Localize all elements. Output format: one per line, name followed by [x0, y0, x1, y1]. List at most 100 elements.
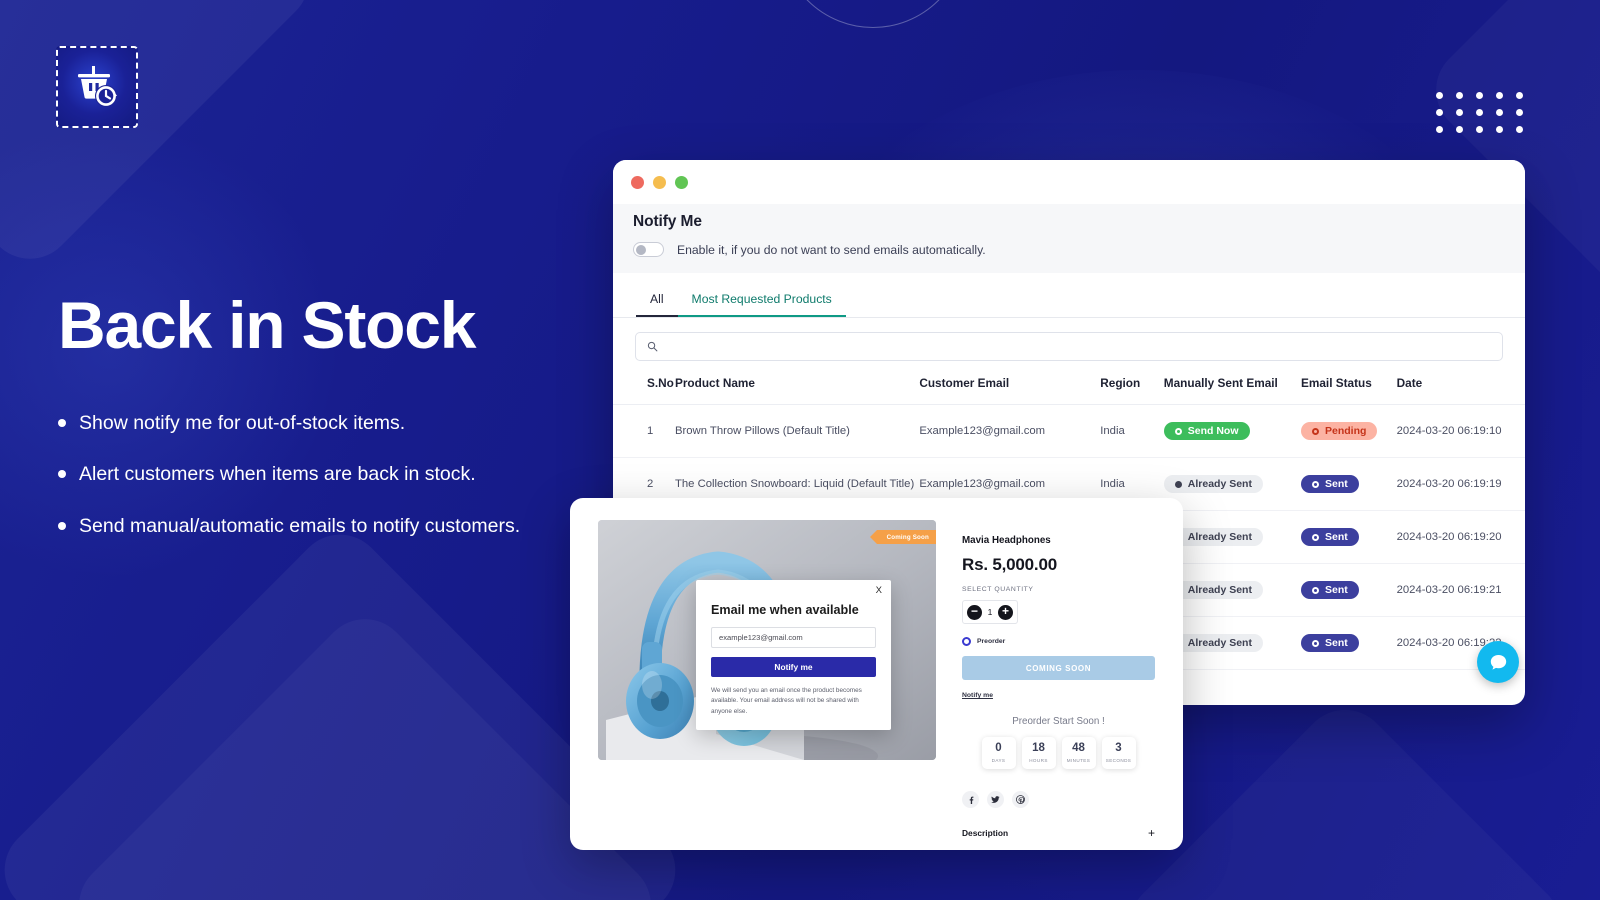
cell-date: 2024-03-20 06:19:20 [1396, 510, 1525, 564]
countdown-value: 18 [1032, 742, 1045, 755]
send-now-button[interactable]: Send Now [1163, 422, 1250, 440]
list-item: Show notify me for out-of-stock items. [58, 411, 618, 436]
preorder-option[interactable]: Preorder [962, 637, 1155, 646]
auto-email-toggle-label: Enable it, if you do not want to send em… [677, 242, 986, 257]
decrement-button[interactable]: − [967, 604, 982, 620]
quantity-value: 1 [987, 607, 993, 617]
cell-sno: 1 [613, 404, 675, 458]
countdown-unit: DAYS [991, 757, 1006, 763]
modal-privacy-note: We will send you an email once the produ… [711, 687, 862, 715]
pinterest-share-button[interactable] [1012, 791, 1029, 808]
product-price: Rs. 5,000.00 [962, 555, 1057, 574]
search-icon [647, 341, 658, 352]
twitter-icon [991, 796, 1000, 803]
notify-me-button[interactable]: Notify me [711, 657, 876, 677]
cell-manually-sent: Already Sent [1163, 563, 1301, 617]
coming-soon-ribbon: Coming Soon [869, 530, 936, 544]
table-header-row: S.No Product Name Customer Email Region … [613, 376, 1525, 405]
countdown-unit: HOURS [1029, 757, 1048, 763]
email-field[interactable]: example123@gmail.com [711, 627, 876, 648]
already-sent-label: Already Sent [1187, 478, 1252, 490]
preorder-label: Preorder [977, 638, 1006, 645]
window-close-button[interactable] [631, 175, 644, 189]
decorative-circle-outline [780, 0, 966, 28]
bullet-dot-icon [58, 521, 66, 530]
tab-most-requested-products[interactable]: Most Requested Products [677, 285, 846, 317]
cell-manually-sent: Already Sent [1163, 616, 1301, 670]
auto-email-toggle[interactable] [633, 242, 664, 257]
chat-bubble-icon [1490, 654, 1506, 670]
search-bar-wrapper [613, 318, 1525, 361]
bullet-dot-icon [58, 470, 66, 479]
product-image: Coming Soon X Email me when available ex… [598, 520, 936, 760]
notify-me-link[interactable]: Notify me [962, 692, 993, 699]
cell-email-status: Sent [1301, 510, 1397, 564]
search-bar[interactable] [635, 332, 1503, 361]
countdown-minutes: 48 MINUTES [1061, 737, 1096, 769]
facebook-share-button[interactable] [962, 791, 979, 808]
circle-icon [1312, 480, 1319, 488]
countdown-value: 3 [1115, 742, 1122, 755]
send-now-label: Send Now [1187, 425, 1239, 437]
cell-date: 2024-03-20 06:19:10 [1396, 404, 1525, 458]
bullet-dot-icon [58, 419, 66, 427]
countdown-timer: 0 DAYS 18 HOURS 48 MINUTES 3 SECONDS [962, 737, 1155, 769]
cell-email-status: Sent [1301, 563, 1397, 617]
close-icon[interactable]: X [876, 585, 882, 596]
already-sent-label: Already Sent [1187, 637, 1252, 649]
window-maximize-button[interactable] [675, 175, 688, 189]
radio-icon[interactable] [962, 637, 971, 646]
window-minimize-button[interactable] [653, 175, 666, 189]
status-badge: Sent [1301, 581, 1359, 599]
countdown-value: 48 [1072, 742, 1085, 755]
facebook-icon [969, 796, 973, 804]
tab-all[interactable]: All [636, 285, 678, 317]
page-title: Back in Stock [58, 288, 476, 362]
circle-icon [1312, 639, 1319, 647]
status-label: Pending [1325, 425, 1367, 437]
description-accordion[interactable]: Description + [962, 826, 1155, 840]
col-sno: S.No [613, 376, 675, 405]
col-product-name: Product Name [674, 376, 920, 405]
plus-icon[interactable]: + [1148, 826, 1155, 840]
list-item: Alert customers when items are back in s… [58, 462, 618, 487]
already-sent-label: Already Sent [1187, 531, 1252, 543]
coming-soon-button[interactable]: COMING SOON [962, 656, 1155, 680]
feature-text: Show notify me for out-of-stock items. [79, 412, 406, 434]
circle-icon [1312, 427, 1319, 435]
modal-title: Email me when available [711, 603, 859, 617]
already-sent-badge: Already Sent [1163, 475, 1263, 493]
chat-widget-button[interactable] [1477, 641, 1519, 683]
twitter-share-button[interactable] [987, 791, 1004, 808]
already-sent-label: Already Sent [1187, 584, 1252, 596]
table-header: S.No Product Name Customer Email Region … [613, 376, 1525, 405]
cell-manually-sent: Send Now [1163, 404, 1301, 458]
increment-button[interactable]: + [997, 604, 1013, 620]
countdown-value: 0 [995, 742, 1002, 755]
cell-manually-sent: Already Sent [1163, 510, 1301, 564]
cell-region: India [1100, 404, 1164, 458]
social-share-row [962, 791, 1155, 808]
cell-email-status: Pending [1301, 404, 1397, 458]
panel-title: Notify Me [633, 213, 702, 230]
dot-icon [1174, 480, 1182, 488]
search-input[interactable] [666, 339, 1491, 354]
cell-customer-email: Example123@gmail.com [919, 404, 1101, 458]
quantity-label: SELECT QUANTITY [962, 586, 1034, 593]
cell-product-name: Brown Throw Pillows (Default Title) [674, 404, 920, 458]
decorative-dot-grid [1436, 92, 1536, 143]
feature-text: Send manual/automatic emails to notify c… [79, 514, 521, 537]
basket-clock-icon [78, 66, 117, 107]
countdown-seconds: 3 SECONDS [1101, 737, 1136, 769]
countdown-unit: MINUTES [1066, 757, 1091, 763]
countdown-days: 0 DAYS [981, 737, 1016, 769]
app-logo [56, 46, 138, 128]
quantity-stepper[interactable]: − 1 + [962, 600, 1018, 624]
product-detail-card: Coming Soon X Email me when available ex… [570, 498, 1183, 850]
col-email-status: Email Status [1301, 376, 1397, 405]
col-customer-email: Customer Email [919, 376, 1101, 405]
cell-email-status: Sent [1301, 616, 1397, 670]
countdown-title: Preorder Start Soon ! [1012, 716, 1105, 727]
feature-text: Alert customers when items are back in s… [79, 463, 476, 486]
product-name: Mavia Headphones [962, 535, 1051, 546]
